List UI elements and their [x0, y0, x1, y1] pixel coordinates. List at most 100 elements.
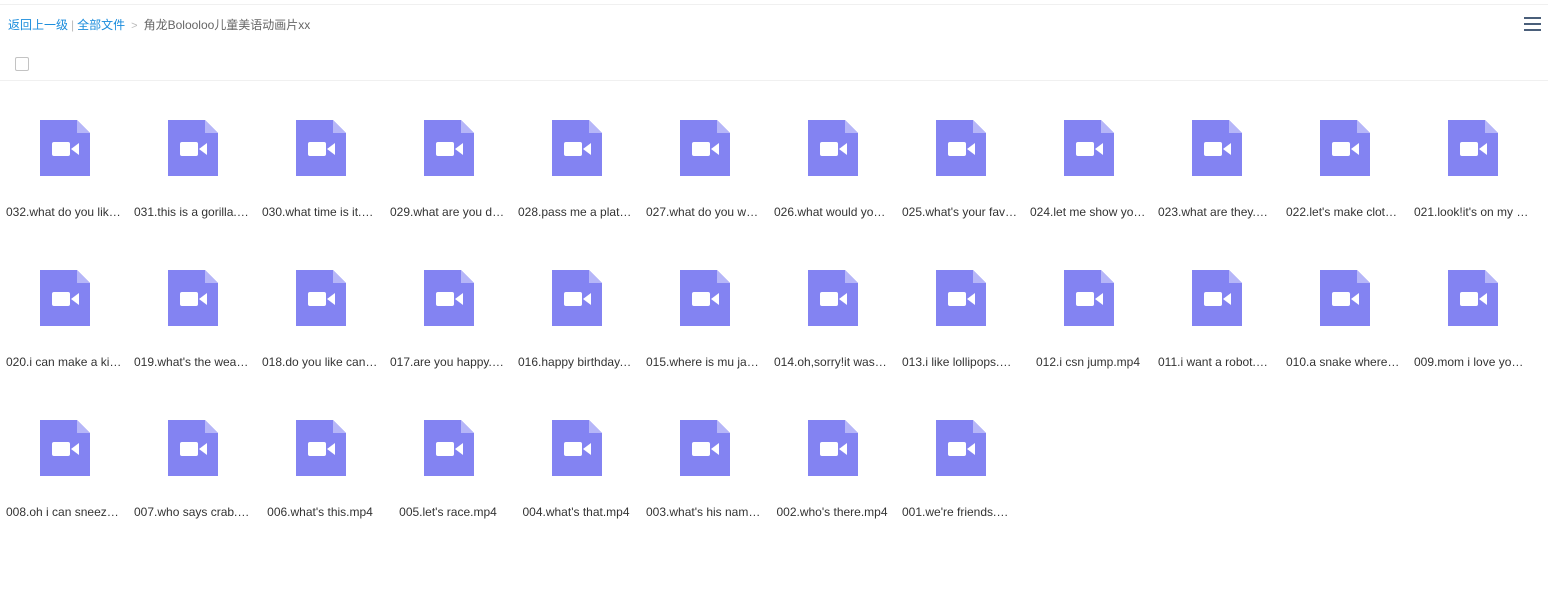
file-name[interactable]: 024.let me show you.mp4: [1030, 205, 1146, 219]
breadcrumb-chevron: >: [131, 20, 138, 32]
file-item[interactable]: 020.i can make a kite.mp4: [0, 263, 128, 413]
file-item[interactable]: 012.i csn jump.mp4: [1024, 263, 1152, 413]
file-item[interactable]: 017.are you happy.mp4: [384, 263, 512, 413]
file-item[interactable]: 006.what's this.mp4: [256, 413, 384, 563]
file-name[interactable]: 021.look!it's on my head.mp4: [1414, 205, 1530, 219]
video-file-icon: [1064, 270, 1114, 326]
video-file-icon: [296, 420, 346, 476]
file-name[interactable]: 006.what's this.mp4: [262, 505, 378, 519]
file-item[interactable]: 015.where is mu jacket.mp4: [640, 263, 768, 413]
file-item[interactable]: 014.oh,sorry!it was me.mp4: [768, 263, 896, 413]
file-item[interactable]: 010.a snake where.mp4: [1280, 263, 1408, 413]
file-name[interactable]: 022.let's make clothes.mp4: [1286, 205, 1402, 219]
video-file-icon: [552, 120, 602, 176]
video-file-icon: [1448, 120, 1498, 176]
video-file-icon: [40, 420, 90, 476]
file-item[interactable]: 011.i want a robot.mp4: [1152, 263, 1280, 413]
video-file-icon: [680, 270, 730, 326]
file-name[interactable]: 017.are you happy.mp4: [390, 355, 506, 369]
file-item[interactable]: 028.pass me a plate.mp4: [512, 113, 640, 263]
file-item[interactable]: 019.what's the weather.mp4: [128, 263, 256, 413]
file-name[interactable]: 001.we're friends.mp4: [902, 505, 1018, 519]
video-file-icon: [168, 120, 218, 176]
file-name[interactable]: 028.pass me a plate.mp4: [518, 205, 634, 219]
file-name[interactable]: 029.what are you doing.mp4: [390, 205, 506, 219]
file-grid: 032.what do you like.mp4 031.this is a go…: [0, 113, 1548, 563]
file-name[interactable]: 009.mom i love you.mp4: [1414, 355, 1530, 369]
file-name[interactable]: 004.what's that.mp4: [518, 505, 634, 519]
file-item[interactable]: 013.i like lollipops.mp4: [896, 263, 1024, 413]
file-name[interactable]: 018.do you like candy.mp4: [262, 355, 378, 369]
video-file-icon: [424, 270, 474, 326]
file-item[interactable]: 007.who says crab.mp4: [128, 413, 256, 563]
video-file-icon: [40, 120, 90, 176]
file-item[interactable]: 021.look!it's on my head.mp4: [1408, 113, 1536, 263]
file-name[interactable]: 019.what's the weather.mp4: [134, 355, 250, 369]
breadcrumb: 返回上一级 | 全部文件 > 角龙Bolooloo儿童美语动画片xx: [8, 16, 310, 34]
file-item[interactable]: 002.who's there.mp4: [768, 413, 896, 563]
video-file-icon: [808, 120, 858, 176]
video-file-icon: [680, 420, 730, 476]
file-name[interactable]: 010.a snake where.mp4: [1286, 355, 1402, 369]
file-item[interactable]: 030.what time is it.mp4: [256, 113, 384, 263]
video-file-icon: [552, 420, 602, 476]
file-item[interactable]: 031.this is a gorilla.mp4: [128, 113, 256, 263]
file-item[interactable]: 003.what's his name.mp4: [640, 413, 768, 563]
file-name[interactable]: 030.what time is it.mp4: [262, 205, 378, 219]
file-item[interactable]: 027.what do you want.mp4: [640, 113, 768, 263]
select-all-checkbox[interactable]: [15, 57, 29, 71]
file-item[interactable]: 004.what's that.mp4: [512, 413, 640, 563]
file-item[interactable]: 022.let's make clothes.mp4: [1280, 113, 1408, 263]
file-item[interactable]: 018.do you like candy.mp4: [256, 263, 384, 413]
file-name[interactable]: 015.where is mu jacket.mp4: [646, 355, 762, 369]
video-file-icon: [296, 270, 346, 326]
video-file-icon: [1192, 120, 1242, 176]
file-item[interactable]: 005.let's race.mp4: [384, 413, 512, 563]
file-item[interactable]: 026.what would you like.mp4: [768, 113, 896, 263]
list-view-menu-icon[interactable]: [1524, 16, 1542, 33]
file-name[interactable]: 002.who's there.mp4: [774, 505, 890, 519]
file-name[interactable]: 011.i want a robot.mp4: [1158, 355, 1274, 369]
file-item[interactable]: 032.what do you like.mp4: [0, 113, 128, 263]
file-item[interactable]: 025.what's your favorite.mp4: [896, 113, 1024, 263]
file-name[interactable]: 013.i like lollipops.mp4: [902, 355, 1018, 369]
video-file-icon: [936, 420, 986, 476]
file-name[interactable]: 020.i can make a kite.mp4: [6, 355, 122, 369]
video-file-icon: [1448, 270, 1498, 326]
file-item[interactable]: 016.happy birthday.mp4: [512, 263, 640, 413]
current-folder: 角龙Bolooloo儿童美语动画片xx: [143, 18, 311, 32]
file-item[interactable]: 009.mom i love you.mp4: [1408, 263, 1536, 413]
file-item[interactable]: 001.we're friends.mp4: [896, 413, 1024, 563]
file-name[interactable]: 008.oh i can sneeze.mp4: [6, 505, 122, 519]
file-name[interactable]: 032.what do you like.mp4: [6, 205, 122, 219]
video-file-icon: [424, 120, 474, 176]
file-name[interactable]: 025.what's your favorite.mp4: [902, 205, 1018, 219]
video-file-icon: [424, 420, 474, 476]
back-link[interactable]: 返回上一级: [8, 18, 68, 32]
file-name[interactable]: 012.i csn jump.mp4: [1030, 355, 1146, 369]
file-name[interactable]: 007.who says crab.mp4: [134, 505, 250, 519]
file-item[interactable]: 024.let me show you.mp4: [1024, 113, 1152, 263]
file-item[interactable]: 029.what are you doing.mp4: [384, 113, 512, 263]
video-file-icon: [1320, 120, 1370, 176]
all-files-link[interactable]: 全部文件: [77, 18, 125, 32]
video-file-icon: [936, 270, 986, 326]
file-item[interactable]: 008.oh i can sneeze.mp4: [0, 413, 128, 563]
video-file-icon: [808, 420, 858, 476]
video-file-icon: [936, 120, 986, 176]
video-file-icon: [168, 270, 218, 326]
file-toolbar: [0, 50, 1548, 81]
file-name[interactable]: 014.oh,sorry!it was me.mp4: [774, 355, 890, 369]
file-item[interactable]: 023.what are they.mp4: [1152, 113, 1280, 263]
video-file-icon: [680, 120, 730, 176]
file-name[interactable]: 016.happy birthday.mp4: [518, 355, 634, 369]
file-name[interactable]: 031.this is a gorilla.mp4: [134, 205, 250, 219]
file-name[interactable]: 027.what do you want.mp4: [646, 205, 762, 219]
file-name[interactable]: 026.what would you like.mp4: [774, 205, 890, 219]
file-name[interactable]: 003.what's his name.mp4: [646, 505, 762, 519]
file-name[interactable]: 005.let's race.mp4: [390, 505, 506, 519]
video-file-icon: [296, 120, 346, 176]
video-file-icon: [40, 270, 90, 326]
video-file-icon: [1320, 270, 1370, 326]
file-name[interactable]: 023.what are they.mp4: [1158, 205, 1274, 219]
